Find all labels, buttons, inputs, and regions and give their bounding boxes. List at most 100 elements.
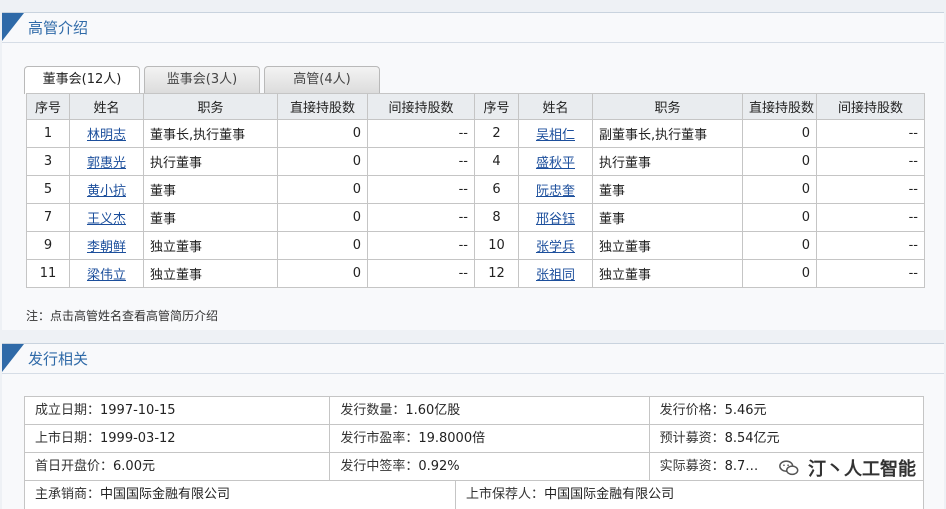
tab-supervisors[interactable]: 监事会(3人) <box>144 66 260 93</box>
field-value: 19.8000倍 <box>418 431 486 446</box>
issuance-cell: 上市保荐人：中国国际金融有限公司 <box>456 481 923 509</box>
tab-executives[interactable]: 高管(4人) <box>264 66 380 93</box>
issuance-title: 发行相关 <box>2 344 944 374</box>
wechat-icon <box>779 460 799 476</box>
row-number: 5 <box>26 175 70 204</box>
name-cell: 郭惠光 <box>69 147 144 176</box>
name-cell: 邢谷钰 <box>518 203 593 232</box>
position-cell: 独立董事 <box>592 259 743 288</box>
position-cell: 副董事长,执行董事 <box>592 119 743 148</box>
field-value: 0.92% <box>418 459 460 474</box>
person-link[interactable]: 梁伟立 <box>87 268 126 283</box>
issuance-cell: 发行价格：5.46元 <box>650 397 923 424</box>
name-cell: 黄小抗 <box>69 175 144 204</box>
col-header: 职务 <box>592 93 743 120</box>
row-number: 12 <box>474 259 519 288</box>
position-cell: 独立董事 <box>143 231 278 260</box>
direct-shares: 0 <box>742 203 817 232</box>
field-label: 发行市盈率： <box>340 431 419 446</box>
field-label: 上市日期： <box>35 431 101 446</box>
table-row: 11 梁伟立 独立董事 0 -- 12 张祖同 独立董事 0 -- <box>26 259 925 288</box>
person-link[interactable]: 黄小抗 <box>87 184 126 199</box>
person-link[interactable]: 阮忠奎 <box>536 184 575 199</box>
field-value: 1997-10-15 <box>100 403 176 418</box>
person-link[interactable]: 林明志 <box>87 128 126 143</box>
row-number: 3 <box>26 147 70 176</box>
col-header: 序号 <box>474 93 519 120</box>
row-number: 7 <box>26 203 70 232</box>
field-value: 1.60亿股 <box>405 403 461 418</box>
position-cell: 董事长,执行董事 <box>143 119 278 148</box>
name-cell: 盛秋平 <box>518 147 593 176</box>
person-link[interactable]: 王义杰 <box>87 212 126 227</box>
watermark-text: 汀丶人工智能 <box>808 459 916 480</box>
person-link[interactable]: 郭惠光 <box>87 156 126 171</box>
row-number: 2 <box>474 119 519 148</box>
person-link[interactable]: 邢谷钰 <box>536 212 575 227</box>
person-link[interactable]: 张学兵 <box>536 240 575 255</box>
field-label: 实际募资： <box>659 459 725 474</box>
field-value: 中国国际金融有限公司 <box>100 487 231 502</box>
row-number: 6 <box>474 175 519 204</box>
issuance-cell: 发行市盈率：19.8000倍 <box>330 425 650 452</box>
col-header: 直接持股数 <box>277 93 368 120</box>
management-note: 注：点击高管姓名查看高管简历介绍 <box>26 309 219 323</box>
person-link[interactable]: 盛秋平 <box>536 156 575 171</box>
indirect-shares: -- <box>367 259 475 288</box>
issuance-row: 上市日期：1999-03-12 发行市盈率：19.8000倍 预计募资：8.54… <box>25 425 923 453</box>
management-tabs: 董事会(12人) 监事会(3人) 高管(4人) <box>24 66 380 94</box>
direct-shares: 0 <box>277 119 368 148</box>
row-number: 10 <box>474 231 519 260</box>
row-number: 9 <box>26 231 70 260</box>
field-value: 8.54亿元 <box>724 431 780 446</box>
tab-board[interactable]: 董事会(12人) <box>24 66 140 94</box>
issuance-row: 成立日期：1997-10-15 发行数量：1.60亿股 发行价格：5.46元 <box>25 397 923 425</box>
field-label: 发行价格： <box>659 403 725 418</box>
name-cell: 李朝鲜 <box>69 231 144 260</box>
issuance-row: 主承销商：中国国际金融有限公司 上市保荐人：中国国际金融有限公司 <box>25 481 923 509</box>
position-cell: 董事 <box>592 203 743 232</box>
person-link[interactable]: 张祖同 <box>536 268 575 283</box>
indirect-shares: -- <box>816 147 925 176</box>
table-row: 9 李朝鲜 独立董事 0 -- 10 张学兵 独立董事 0 -- <box>26 231 925 260</box>
issuance-cell: 预计募资：8.54亿元 <box>650 425 923 452</box>
person-link[interactable]: 李朝鲜 <box>87 240 126 255</box>
field-value: 中国国际金融有限公司 <box>544 487 675 502</box>
issuance-cell: 发行数量：1.60亿股 <box>330 397 650 424</box>
field-label: 成立日期： <box>35 403 101 418</box>
col-header: 直接持股数 <box>742 93 817 120</box>
issuance-cell: 主承销商：中国国际金融有限公司 <box>25 481 457 509</box>
issuance-panel: 发行相关 成立日期：1997-10-15 发行数量：1.60亿股 发行价格：5.… <box>2 343 944 509</box>
name-cell: 张学兵 <box>518 231 593 260</box>
direct-shares: 0 <box>742 119 817 148</box>
field-value: 8.7… <box>724 459 759 474</box>
indirect-shares: -- <box>367 175 475 204</box>
person-link[interactable]: 吴相仁 <box>536 128 575 143</box>
row-number: 8 <box>474 203 519 232</box>
position-cell: 独立董事 <box>143 259 278 288</box>
issuance-table: 成立日期：1997-10-15 发行数量：1.60亿股 发行价格：5.46元 上… <box>24 396 924 509</box>
direct-shares: 0 <box>277 147 368 176</box>
indirect-shares: -- <box>816 231 925 260</box>
row-number: 11 <box>26 259 70 288</box>
position-cell: 执行董事 <box>143 147 278 176</box>
table-row: 5 黄小抗 董事 0 -- 6 阮忠奎 董事 0 -- <box>26 175 925 204</box>
col-header: 序号 <box>26 93 70 120</box>
watermark: 汀丶人工智能 <box>778 455 916 481</box>
indirect-shares: -- <box>367 119 475 148</box>
position-cell: 董事 <box>143 175 278 204</box>
name-cell: 张祖同 <box>518 259 593 288</box>
field-value: 5.46元 <box>724 403 767 418</box>
col-header: 姓名 <box>69 93 144 120</box>
direct-shares: 0 <box>742 231 817 260</box>
direct-shares: 0 <box>742 259 817 288</box>
name-cell: 吴相仁 <box>518 119 593 148</box>
direct-shares: 0 <box>277 203 368 232</box>
position-cell: 董事 <box>143 203 278 232</box>
indirect-shares: -- <box>816 203 925 232</box>
name-cell: 王义杰 <box>69 203 144 232</box>
col-header: 间接持股数 <box>816 93 925 120</box>
field-label: 发行数量： <box>340 403 406 418</box>
direct-shares: 0 <box>742 175 817 204</box>
indirect-shares: -- <box>816 259 925 288</box>
